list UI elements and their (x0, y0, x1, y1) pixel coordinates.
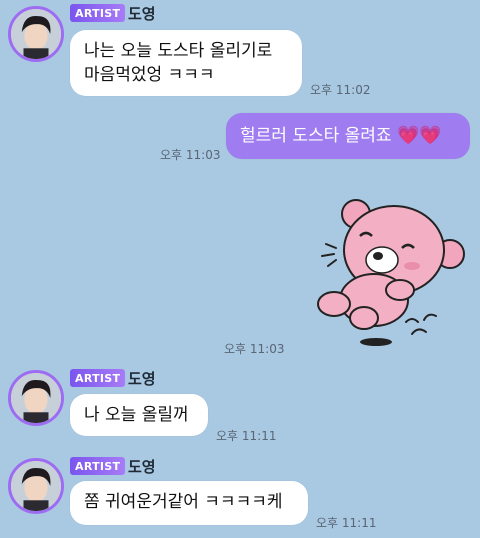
my-message-bubble[interactable]: 헐르러 도스타 올려죠 💗💗 (226, 113, 470, 159)
message-time: 오후 11:11 (216, 429, 277, 443)
pink-bear-sticker[interactable] (312, 192, 470, 354)
message-bubble[interactable]: 쫌 귀여운거같어 ㅋㅋㅋㅋ케 (70, 481, 308, 525)
message-bubble[interactable]: 나는 오늘 도스타 올리기로 마음먹었엉 ㅋㅋㅋ (70, 30, 302, 96)
message-time: 오후 11:11 (316, 516, 377, 530)
artist-badge: ARTIST (70, 457, 126, 475)
sender-name: 도영 (128, 370, 156, 388)
sender-name: 도영 (128, 5, 156, 23)
heart-emoji-icon: 💗💗 (396, 125, 442, 146)
avatar[interactable] (8, 370, 64, 426)
message-time: 오후 11:03 (224, 342, 285, 356)
message-time: 오후 11:03 (160, 148, 221, 162)
message-bubble[interactable]: 나 오늘 올릴꺼 (70, 394, 208, 436)
sender-name: 도영 (128, 458, 156, 476)
message-text-line: 나는 오늘 도스타 올리기로 (84, 41, 273, 61)
message-text: 나 오늘 올릴꺼 (84, 405, 189, 425)
message-time: 오후 11:02 (310, 83, 371, 97)
artist-badge: ARTIST (70, 369, 126, 387)
avatar[interactable] (8, 6, 64, 62)
artist-badge: ARTIST (70, 4, 126, 22)
message-text: 헐르러 도스타 올려죠 (240, 126, 392, 146)
message-text-line: 마음먹었엉 ㅋㅋㅋ (84, 65, 215, 85)
message-text: 쫌 귀여운거같어 ㅋㅋㅋㅋ케 (84, 492, 283, 512)
avatar[interactable] (8, 458, 64, 514)
